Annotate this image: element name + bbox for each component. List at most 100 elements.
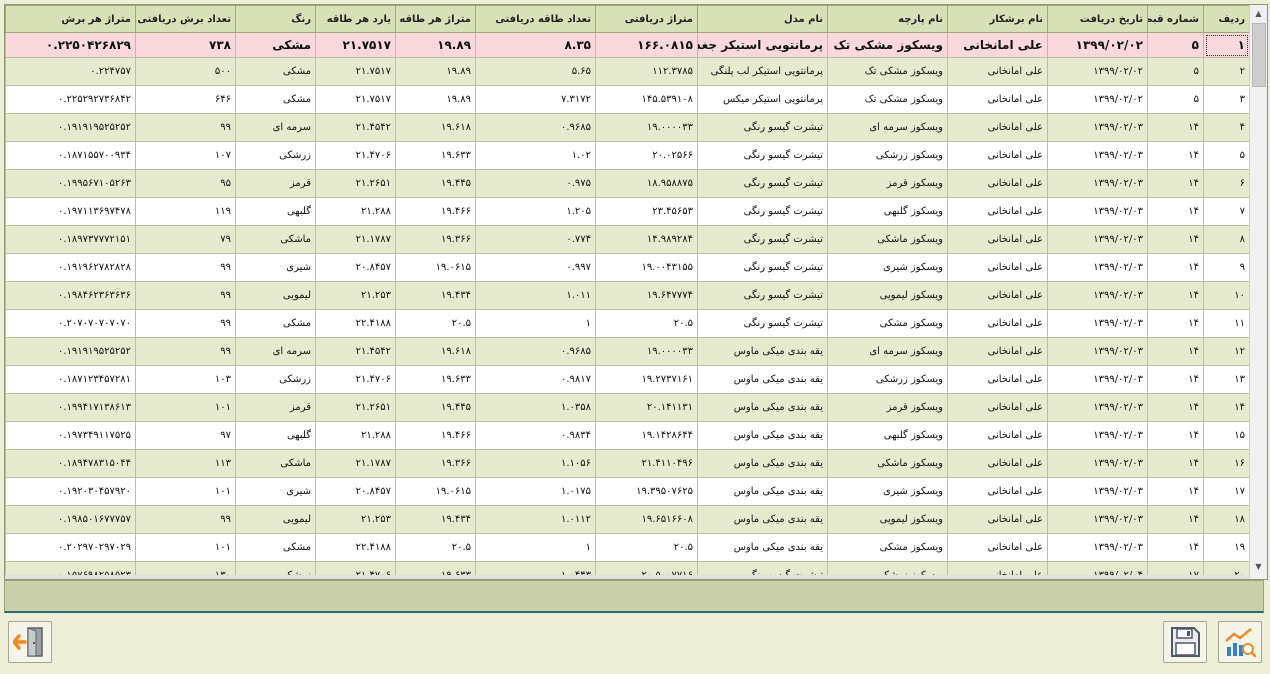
receive-date-cell[interactable]: ۱۳۹۹/۰۲/۰۲ <box>1047 32 1148 58</box>
received-meterage-cell[interactable]: ۱۹.۶۴۷۷۷۴ <box>595 281 698 310</box>
color-cell[interactable]: شیری <box>235 477 316 506</box>
cutter-name-cell[interactable]: علی امانخانی <box>947 449 1048 478</box>
meterage-per-roll-cell[interactable]: ۱۹.۴۴۵ <box>395 393 476 422</box>
col-receive-date-header[interactable]: تاریخ دریافت <box>1047 5 1148 33</box>
meterage-per-cut-cell[interactable]: ۰.۱۹۷۳۴۹۱۱۷۵۲۵ <box>5 421 136 450</box>
received-meterage-cell[interactable]: ۱۹.۰۰۰۰۳۳ <box>595 337 698 366</box>
received-cuts-cell[interactable]: ۱۰۱ <box>135 533 236 562</box>
yard-per-roll-cell[interactable]: ۲۱.۷۵۱۷ <box>315 32 396 58</box>
fabric-name-cell[interactable]: ویسکوز ماشکی <box>827 449 948 478</box>
col-fabric-name-header[interactable]: نام پارچه <box>827 5 948 33</box>
table-row[interactable]: ۹ ۱۴ ۱۳۹۹/۰۲/۰۳ علی امانخانی ویسکوز شیری تیشر… <box>5 253 1250 282</box>
received-rolls-cell[interactable]: ۰.۹۶۸۵ <box>475 113 596 142</box>
meterage-per-cut-cell[interactable]: ۰.۱۹۹۵۶۷۱۰۵۲۶۳ <box>5 169 136 198</box>
yard-per-roll-cell[interactable]: ۲۱.۴۷۰۶ <box>315 365 396 394</box>
receipt-number-cell[interactable]: ۱۴ <box>1147 253 1204 282</box>
table-row[interactable]: ۵ ۱۴ ۱۳۹۹/۰۲/۰۳ علی امانخانی ویسکوز زرشکی تیش… <box>5 141 1250 170</box>
table-row[interactable]: ۱۱ ۱۴ ۱۳۹۹/۰۲/۰۳ علی امانخانی ویسکوز مشکی تیش… <box>5 309 1250 338</box>
received-cuts-cell[interactable]: ۱۱۹ <box>135 197 236 226</box>
row-number-cell[interactable]: ۲ <box>1203 57 1250 86</box>
meterage-per-roll-cell[interactable]: ۱۹.۸۹ <box>395 57 476 86</box>
fabric-name-cell[interactable]: ویسکوز زرشکی <box>827 365 948 394</box>
meterage-per-roll-cell[interactable]: ۱۹.۰۶۱۵ <box>395 477 476 506</box>
received-rolls-cell[interactable]: ۱ <box>475 309 596 338</box>
color-cell[interactable]: مشکی <box>235 32 316 58</box>
received-rolls-cell[interactable]: ۰.۹۸۳۴ <box>475 421 596 450</box>
fabric-name-cell[interactable]: ویسکوز سرمه ای <box>827 337 948 366</box>
receipt-number-cell[interactable]: ۱۴ <box>1147 393 1204 422</box>
received-meterage-cell[interactable]: ۱۹.۶۵۱۶۶۰۸ <box>595 505 698 534</box>
received-meterage-cell[interactable]: ۱۴۵.۵۳۹۱۰۸ <box>595 85 698 114</box>
cutter-name-cell[interactable]: علی امانخانی <box>947 309 1048 338</box>
yard-per-roll-cell[interactable]: ۲۱.۱۷۸۷ <box>315 449 396 478</box>
fabric-name-cell[interactable]: ویسکوز مشکی <box>827 309 948 338</box>
meterage-per-cut-cell[interactable]: ۰.۱۹۱۹۱۹۵۲۵۲۵۲ <box>5 113 136 142</box>
yard-per-roll-cell[interactable]: ۲۱.۷۵۱۷ <box>315 57 396 86</box>
received-rolls-cell[interactable]: ۱.۲۰۵ <box>475 197 596 226</box>
cutter-name-cell[interactable]: علی امانخانی <box>947 505 1048 534</box>
scroll-thumb[interactable] <box>1252 23 1266 87</box>
fabric-name-cell[interactable]: ویسکوز قرمز <box>827 393 948 422</box>
received-cuts-cell[interactable]: ۱۰۳ <box>135 365 236 394</box>
color-cell[interactable]: مشکی <box>235 533 316 562</box>
report-button[interactable] <box>1218 621 1262 663</box>
received-meterage-cell[interactable]: ۱۶۶.۰۸۱۵ <box>595 32 698 58</box>
received-cuts-cell[interactable]: ۶۴۶ <box>135 85 236 114</box>
save-button[interactable] <box>1163 621 1207 663</box>
cutter-name-cell[interactable]: علی امانخانی <box>947 477 1048 506</box>
receipt-number-cell[interactable]: ۱۴ <box>1147 449 1204 478</box>
received-meterage-cell[interactable]: ۱۹.۲۷۳۷۱۶۱ <box>595 365 698 394</box>
table-row[interactable]: ۶ ۱۴ ۱۳۹۹/۰۲/۰۳ علی امانخانی ویسکوز قرمز تیشر… <box>5 169 1250 198</box>
color-cell[interactable]: قرمز <box>235 169 316 198</box>
meterage-per-roll-cell[interactable]: ۱۹.۶۱۸ <box>395 337 476 366</box>
receive-date-cell[interactable]: ۱۳۹۹/۰۲/۰۳ <box>1047 113 1148 142</box>
model-name-cell[interactable]: یقه بندی میکی ماوس <box>697 505 828 534</box>
receipt-number-cell[interactable]: ۱۴ <box>1147 141 1204 170</box>
received-cuts-cell[interactable]: ۹۷ <box>135 421 236 450</box>
col-model-name-header[interactable]: نام مدل <box>697 5 828 33</box>
received-rolls-cell[interactable]: ۱.۰۱۱۲ <box>475 505 596 534</box>
model-name-cell[interactable]: تیشرت گیسو رنگی <box>697 253 828 282</box>
yard-per-roll-cell[interactable]: ۲۱.۴۵۴۲ <box>315 113 396 142</box>
model-name-cell[interactable]: تیشرت گیسو رنگی <box>697 141 828 170</box>
received-cuts-cell[interactable]: ۹۹ <box>135 253 236 282</box>
receipt-number-cell[interactable]: ۱۴ <box>1147 197 1204 226</box>
row-number-cell[interactable]: ۳ <box>1203 85 1250 114</box>
col-row-number-header[interactable]: ردیف <box>1203 5 1250 33</box>
cutter-name-cell[interactable]: علی امانخانی <box>947 32 1048 58</box>
received-meterage-cell[interactable]: ۲۱.۴۱۱۰۴۹۶ <box>595 449 698 478</box>
color-cell[interactable]: لیمویی <box>235 505 316 534</box>
model-name-cell[interactable]: یقه بندی میکی ماوس <box>697 533 828 562</box>
yard-per-roll-cell[interactable]: ۲۰.۸۴۵۷ <box>315 477 396 506</box>
table-row[interactable]: ۱۶ ۱۴ ۱۳۹۹/۰۲/۰۳ علی امانخانی ویسکوز ماشکی یق… <box>5 449 1250 478</box>
exit-button[interactable] <box>8 621 52 663</box>
color-cell[interactable]: زرشکی <box>235 365 316 394</box>
col-color-header[interactable]: رنگ <box>235 5 316 33</box>
received-rolls-cell[interactable]: ۱.۰۱۱ <box>475 281 596 310</box>
cutter-name-cell[interactable]: علی امانخانی <box>947 421 1048 450</box>
receive-date-cell[interactable]: ۱۳۹۹/۰۲/۰۳ <box>1047 449 1148 478</box>
received-rolls-cell[interactable]: ۸.۳۵ <box>475 32 596 58</box>
meterage-per-roll-cell[interactable]: ۱۹.۸۹ <box>395 85 476 114</box>
meterage-per-roll-cell[interactable]: ۱۹.۴۳۴ <box>395 505 476 534</box>
table-row[interactable]: ۸ ۱۴ ۱۳۹۹/۰۲/۰۳ علی امانخانی ویسکوز ماشکی تیش… <box>5 225 1250 254</box>
meterage-per-roll-cell[interactable]: ۲۰.۵ <box>395 309 476 338</box>
meterage-per-roll-cell[interactable]: ۱۹.۳۶۶ <box>395 225 476 254</box>
row-number-cell[interactable]: ۷ <box>1203 197 1250 226</box>
receipt-number-cell[interactable]: ۱۴ <box>1147 309 1204 338</box>
meterage-per-cut-cell[interactable]: ۰.۱۹۲۰۳۰۴۵۷۹۲۰ <box>5 477 136 506</box>
meterage-per-cut-cell[interactable]: ۰.۲۰۷۰۷۰۷۰۷۰۷۰ <box>5 309 136 338</box>
color-cell[interactable]: سرمه ای <box>235 337 316 366</box>
received-cuts-cell[interactable]: ۹۹ <box>135 113 236 142</box>
receipt-number-cell[interactable]: ۱۴ <box>1147 281 1204 310</box>
color-cell[interactable]: گلبهی <box>235 197 316 226</box>
table-row[interactable]: ۱۹ ۱۴ ۱۳۹۹/۰۲/۰۳ علی امانخانی ویسکوز مشکی یقه… <box>5 533 1250 562</box>
table-row[interactable]: ۲ ۵ ۱۳۹۹/۰۲/۰۲ علی امانخانی ویسکوز مشکی تک پر… <box>5 57 1250 86</box>
receipt-number-cell[interactable]: ۱۴ <box>1147 225 1204 254</box>
fabric-name-cell[interactable]: ویسکوز قرمز <box>827 169 948 198</box>
received-cuts-cell[interactable]: ۱۱۳ <box>135 449 236 478</box>
fabric-name-cell[interactable]: ویسکوز گلبهی <box>827 197 948 226</box>
row-number-cell[interactable]: ۱۷ <box>1203 477 1250 506</box>
meterage-per-cut-cell[interactable]: ۰.۱۸۹۷۳۷۷۷۲۱۵۱ <box>5 225 136 254</box>
color-cell[interactable]: زرشکی <box>235 141 316 170</box>
